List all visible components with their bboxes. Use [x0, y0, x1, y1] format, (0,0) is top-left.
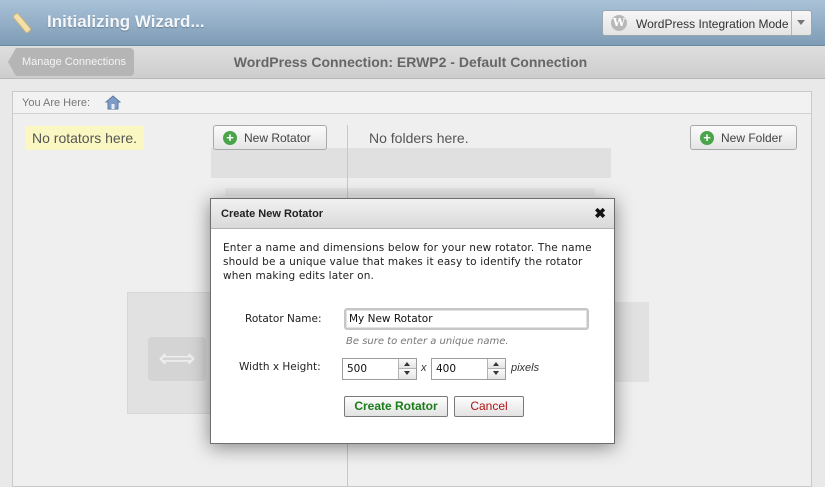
chevron-down-icon [797, 20, 805, 25]
no-folders-note: No folders here. [369, 130, 469, 146]
width-increment-button[interactable] [399, 359, 416, 369]
connection-title-text: WordPress Connection: ERWP2 - Default Co… [233, 54, 588, 70]
new-folder-button[interactable]: + New Folder [690, 125, 797, 150]
no-rotators-note: No rotators here. [25, 126, 145, 150]
height-decrement-button[interactable] [488, 369, 505, 379]
mode-select-value: WordPress Integration Mode [636, 17, 789, 31]
wand-icon [12, 12, 32, 34]
new-rotator-label: New Rotator [244, 131, 311, 145]
arrow-down-icon [404, 371, 410, 375]
rotator-name-hint: Be sure to enter a unique name. [346, 336, 509, 347]
wordpress-icon: W [611, 15, 627, 31]
rotator-name-input[interactable] [344, 308, 589, 330]
dialog-description: Enter a name and dimensions below for yo… [223, 242, 592, 282]
dropdown-arrow[interactable] [791, 11, 811, 35]
new-rotator-button[interactable]: + New Rotator [213, 125, 327, 150]
units-label: pixels [511, 362, 540, 374]
times-symbol: x [421, 362, 427, 374]
arrow-up-icon [404, 362, 410, 366]
cancel-button[interactable]: Cancel [454, 396, 524, 417]
height-stepper[interactable] [431, 358, 506, 380]
plus-icon: + [700, 131, 714, 145]
dialog-header: Create New Rotator ✖ [211, 199, 614, 229]
background-toolbar [211, 148, 611, 178]
height-increment-button[interactable] [488, 359, 505, 369]
close-icon[interactable]: ✖ [594, 205, 606, 222]
mode-select[interactable]: W WordPress Integration Mode [602, 10, 812, 36]
height-stepper-buttons [487, 359, 505, 379]
dialog-title: Create New Rotator [221, 208, 324, 220]
connection-title: WordPress Connection: ERWP2 - Default Co… [0, 54, 825, 70]
plus-icon: + [223, 131, 237, 145]
arrow-down-icon [493, 371, 499, 375]
breadcrumb: You Are Here: [13, 92, 811, 114]
wizard-title: Initializing Wizard... [47, 12, 205, 31]
rotator-name-label: Rotator Name: [245, 313, 322, 325]
home-icon[interactable] [105, 95, 121, 110]
width-stepper[interactable] [342, 358, 417, 380]
sub-header: Manage Connections WordPress Connection:… [0, 46, 825, 79]
create-rotator-dialog: Create New Rotator ✖ Enter a name and di… [210, 198, 615, 444]
width-input[interactable] [343, 359, 398, 379]
create-rotator-button[interactable]: Create Rotator [344, 396, 448, 417]
width-decrement-button[interactable] [399, 369, 416, 379]
breadcrumb-label: You Are Here: [22, 97, 91, 109]
resize-arrows-icon: ⟺ [148, 337, 206, 381]
width-stepper-buttons [398, 359, 416, 379]
height-input[interactable] [432, 359, 487, 379]
background-text [225, 188, 595, 196]
arrow-up-icon [493, 362, 499, 366]
size-label: Width x Height: [239, 361, 321, 373]
top-header: Initializing Wizard... W WordPress Integ… [0, 0, 825, 46]
new-folder-label: New Folder [721, 131, 783, 145]
background-folder [609, 302, 649, 382]
